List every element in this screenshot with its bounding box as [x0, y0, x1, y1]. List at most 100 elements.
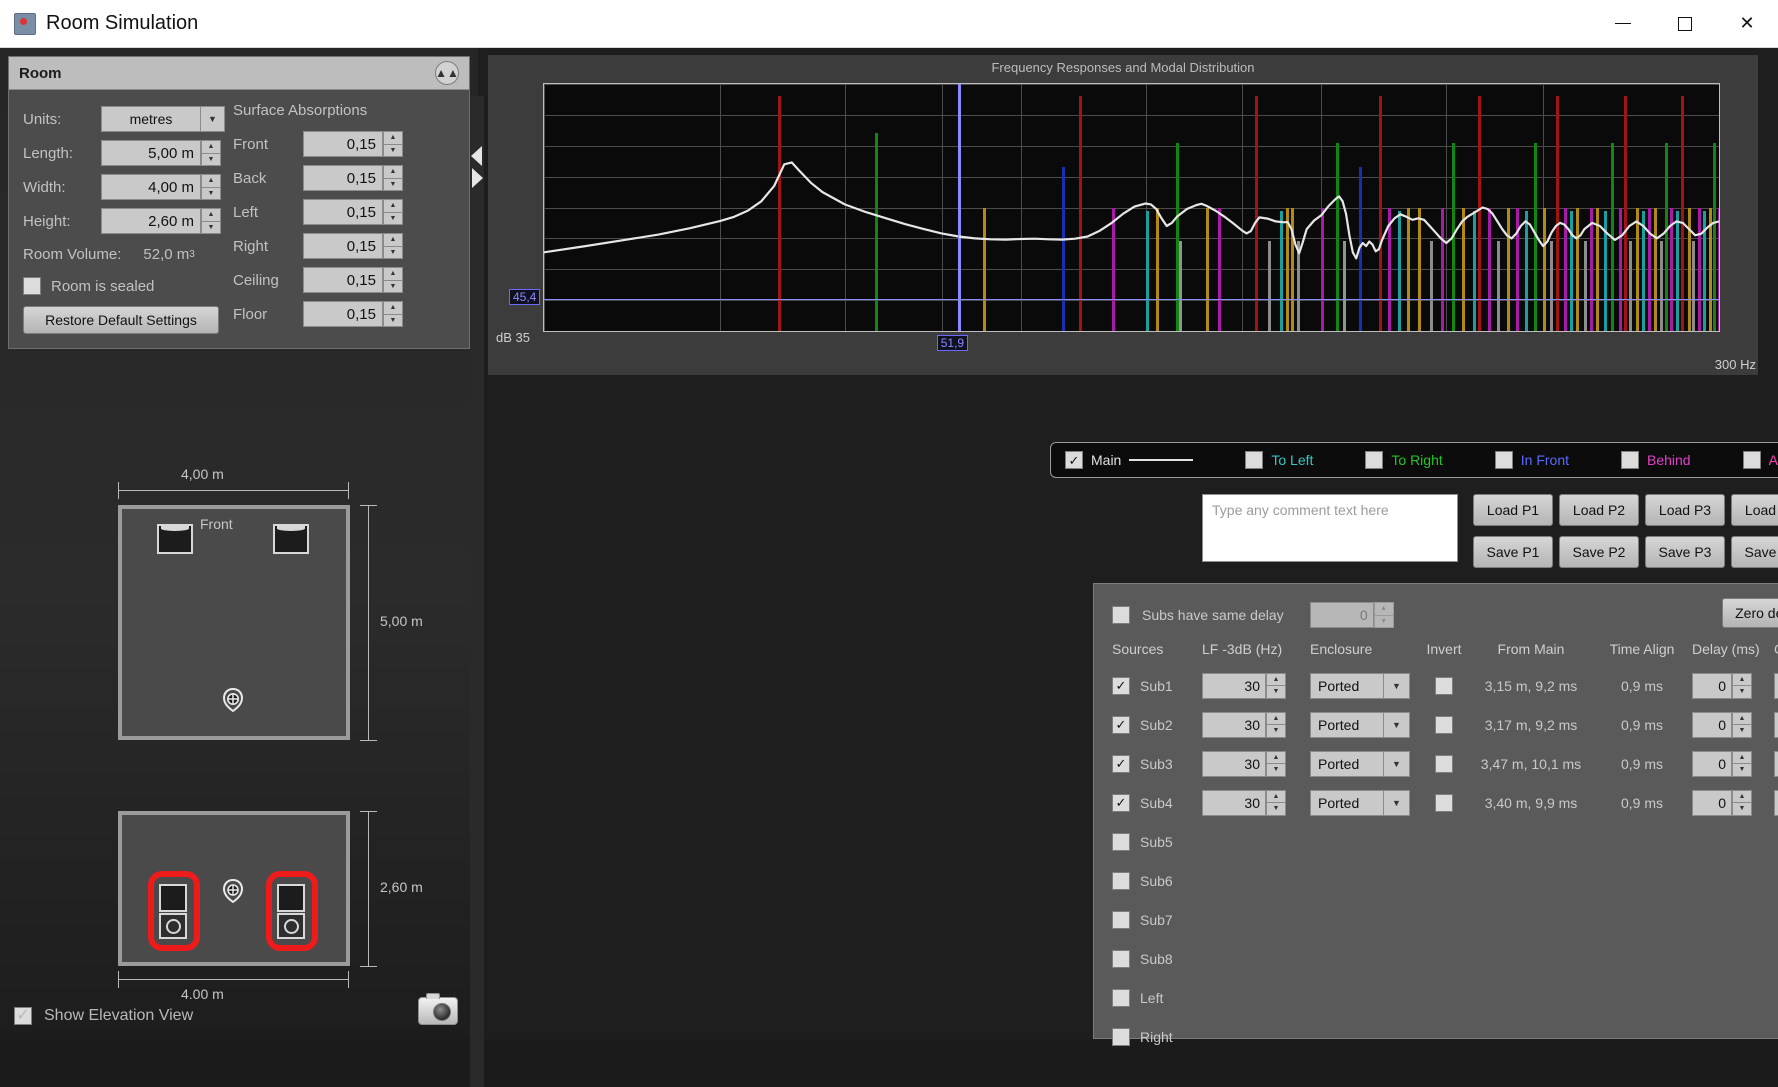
height-input[interactable]: 2,60 m — [101, 208, 201, 234]
delay-stepper[interactable]: ▲ ▼ — [1732, 789, 1752, 816]
source-checkbox[interactable]: ✓ — [1112, 754, 1130, 773]
load-p1-button[interactable]: Load P1 — [1473, 494, 1553, 526]
stepper-down-icon[interactable]: ▼ — [383, 143, 403, 157]
source-checkbox[interactable]: ✓ — [1112, 832, 1130, 851]
stepper-up-icon[interactable]: ▲ — [1266, 711, 1286, 724]
lf-input[interactable]: 30 — [1202, 672, 1266, 699]
zero-delays-and-gains-button[interactable]: Zero delays and gains — [1722, 598, 1778, 628]
stepper-up-icon[interactable]: ▲ — [1732, 672, 1752, 685]
width-input[interactable]: 4,00 m — [101, 174, 201, 200]
absorption-input-right[interactable]: 0,15 — [303, 233, 383, 259]
room-sealed-checkbox[interactable]: ✓ — [23, 277, 41, 295]
delay-input[interactable]: 0 — [1692, 789, 1732, 816]
invert-cell[interactable]: ✓ — [1418, 715, 1470, 734]
stepper-down-icon[interactable]: ▼ — [1732, 685, 1752, 699]
absorption-stepper-back[interactable]: ▲ ▼ — [383, 165, 403, 191]
legend-checkbox[interactable]: ✓ — [1742, 451, 1761, 469]
source-cell-sub8[interactable]: ✓ Sub8 — [1112, 949, 1202, 968]
subs-same-delay-checkbox[interactable]: ✓ — [1112, 606, 1130, 624]
legend-checkbox[interactable]: ✓ — [1365, 451, 1384, 469]
stepper-down-icon[interactable]: ▼ — [1266, 802, 1286, 816]
load-p2-button[interactable]: Load P2 — [1559, 494, 1639, 526]
invert-cell[interactable]: ✓ — [1418, 676, 1470, 695]
source-checkbox[interactable]: ✓ — [1112, 793, 1130, 812]
save-p3-button[interactable]: Save P3 — [1645, 536, 1725, 568]
chevron-down-icon[interactable]: ▼ — [1384, 750, 1410, 777]
source-cell-sub7[interactable]: ✓ Sub7 — [1112, 910, 1202, 929]
stepper-down-icon[interactable]: ▼ — [1266, 724, 1286, 738]
absorption-input-floor[interactable]: 0,15 — [303, 301, 383, 327]
source-cell-sub4[interactable]: ✓ Sub4 — [1112, 793, 1202, 812]
comment-input[interactable]: Type any comment text here — [1202, 494, 1458, 562]
chevron-double-up-icon[interactable]: ▲▲ — [435, 61, 459, 85]
lf-input[interactable]: 30 — [1202, 789, 1266, 816]
lf-stepper[interactable]: ▲ ▼ — [1266, 789, 1286, 816]
camera-icon-left[interactable] — [418, 993, 458, 1025]
width-stepper[interactable]: ▲ ▼ — [201, 174, 221, 200]
lf-cell[interactable]: 30 ▲ ▼ — [1202, 672, 1310, 699]
chevron-down-icon[interactable]: ▼ — [1384, 711, 1410, 738]
chart-plot-area[interactable]: 4555657585951051152030405060801001201602… — [543, 83, 1720, 332]
source-cell-left[interactable]: ✓ Left — [1112, 988, 1202, 1007]
enclosure-cell[interactable]: Ported ▼ — [1310, 711, 1418, 738]
legend-checkbox[interactable]: ✓ — [1494, 451, 1513, 469]
mic-position-icon-plan[interactable] — [222, 688, 244, 712]
stepper-up-icon[interactable]: ▲ — [383, 199, 403, 212]
lf-stepper[interactable]: ▲ ▼ — [1266, 672, 1286, 699]
stepper-up-icon[interactable]: ▲ — [1266, 789, 1286, 802]
gain-cell[interactable]: 0▲▼ — [1774, 672, 1778, 699]
save-p2-button[interactable]: Save P2 — [1559, 536, 1639, 568]
stepper-up-icon[interactable]: ▲ — [1732, 750, 1752, 763]
invert-checkbox[interactable]: ✓ — [1435, 793, 1453, 812]
legend-item-to-left[interactable]: ✓ To Left — [1245, 451, 1313, 469]
stepper-up-icon[interactable]: ▲ — [201, 174, 221, 187]
delay-stepper[interactable]: ▲ ▼ — [1732, 672, 1752, 699]
stepper-up-icon[interactable]: ▲ — [383, 301, 403, 314]
source-checkbox[interactable]: ✓ — [1112, 676, 1130, 695]
legend-item-above[interactable]: ✓ Above — [1742, 451, 1778, 469]
legend-item-in-front[interactable]: ✓ In Front — [1494, 451, 1569, 469]
gain-input[interactable]: 0 — [1774, 789, 1778, 816]
lf-cell[interactable]: 30 ▲ ▼ — [1202, 711, 1310, 738]
stepper-down-icon[interactable]: ▼ — [383, 211, 403, 225]
length-stepper[interactable]: ▲ ▼ — [201, 140, 221, 166]
stepper-down-icon[interactable]: ▼ — [201, 152, 221, 166]
chevron-down-icon[interactable]: ▼ — [1384, 672, 1410, 699]
stepper-down-icon[interactable]: ▼ — [383, 245, 403, 259]
delay-cell[interactable]: 0 ▲ ▼ — [1692, 750, 1774, 777]
stepper-up-icon[interactable]: ▲ — [1266, 672, 1286, 685]
maximize-button[interactable] — [1654, 0, 1716, 48]
absorption-stepper-floor[interactable]: ▲ ▼ — [383, 301, 403, 327]
legend-item-main[interactable]: ✓ Main — [1065, 451, 1194, 469]
invert-checkbox[interactable]: ✓ — [1435, 754, 1453, 773]
chart-cursor-horizontal[interactable] — [544, 298, 1719, 300]
enclosure-cell[interactable]: Ported ▼ — [1310, 789, 1418, 816]
lf-input[interactable]: 30 — [1202, 711, 1266, 738]
enclosure-select[interactable]: Ported — [1310, 672, 1384, 699]
stepper-up-icon[interactable]: ▲ — [383, 165, 403, 178]
restore-default-settings-button[interactable]: Restore Default Settings — [23, 306, 219, 334]
invert-cell[interactable]: ✓ — [1418, 754, 1470, 773]
legend-checkbox[interactable]: ✓ — [1245, 451, 1264, 469]
source-cell-sub5[interactable]: ✓ Sub5 — [1112, 832, 1202, 851]
enclosure-select[interactable]: Ported — [1310, 750, 1384, 777]
gain-cell[interactable]: 0▲▼ — [1774, 750, 1778, 777]
source-cell-sub6[interactable]: ✓ Sub6 — [1112, 871, 1202, 890]
source-checkbox[interactable]: ✓ — [1112, 1027, 1130, 1046]
absorption-input-front[interactable]: 0,15 — [303, 131, 383, 157]
show-elevation-view-checkbox[interactable]: ✓ — [14, 1007, 32, 1025]
save-p1-button[interactable]: Save P1 — [1473, 536, 1553, 568]
delay-cell[interactable]: 0 ▲ ▼ — [1692, 789, 1774, 816]
stepper-down-icon[interactable]: ▼ — [383, 313, 403, 327]
delay-stepper[interactable]: ▲ ▼ — [1732, 711, 1752, 738]
delay-cell[interactable]: 0 ▲ ▼ — [1692, 672, 1774, 699]
chart-legend[interactable]: ✓ Main ✓ To Left ✓ To Right ✓ In Front ✓ Behind ✓ A… — [1050, 442, 1778, 478]
stepper-down-icon[interactable]: ▼ — [1732, 763, 1752, 777]
gain-input[interactable]: 0 — [1774, 750, 1778, 777]
source-checkbox[interactable]: ✓ — [1112, 871, 1130, 890]
absorption-stepper-ceiling[interactable]: ▲ ▼ — [383, 267, 403, 293]
stepper-down-icon[interactable]: ▼ — [383, 177, 403, 191]
stepper-up-icon[interactable]: ▲ — [383, 233, 403, 246]
stepper-down-icon[interactable]: ▼ — [1732, 724, 1752, 738]
room-plan-view[interactable]: 4,00 m Front 5,00 m — [0, 448, 478, 778]
